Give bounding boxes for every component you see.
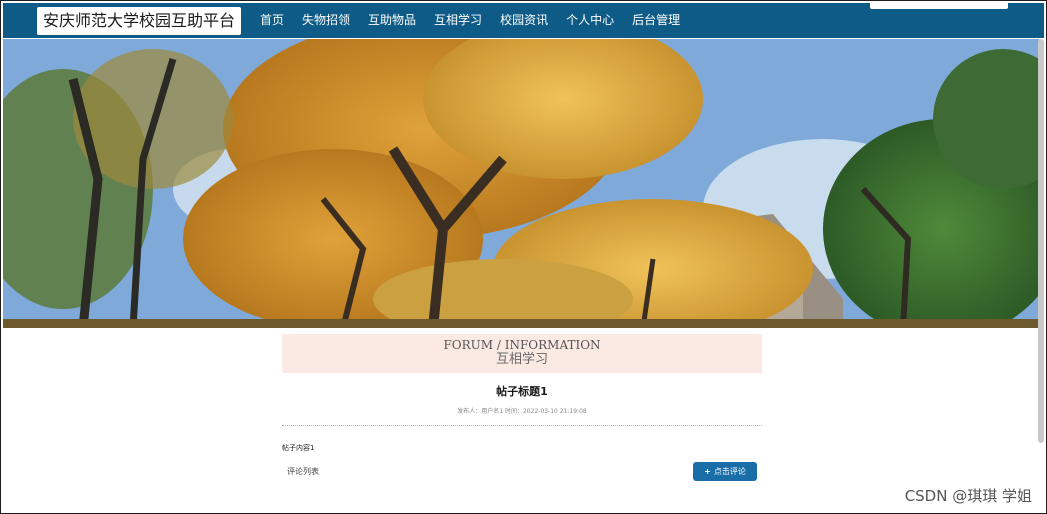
add-comment-button[interactable]: + 点击评论 [693,462,757,481]
browser-frame: 安庆师范大学校园互助平台 首页 失物招领 互助物品 互相学习 校园资讯 个人中心… [0,0,1047,514]
plus-icon: + [704,467,711,476]
nav-item-personal-center[interactable]: 个人中心 [557,3,623,38]
section-header: FORUM / INFORMATION 互相学习 [282,334,762,373]
post-meta: 发布人：用户名1 时间：2022-03-10 21:19:08 [457,408,587,415]
nav-item-mutual-learning[interactable]: 互相学习 [425,3,491,38]
search-input[interactable] [870,3,1008,9]
post-divider [282,425,762,426]
nav-item-campus-news[interactable]: 校园资讯 [491,3,557,38]
page-scrollbar[interactable] [1038,39,1044,443]
nav-item-mutual-items[interactable]: 互助物品 [359,3,425,38]
section-title-en: FORUM / INFORMATION [443,338,601,352]
add-comment-button-label: 点击评论 [713,467,746,476]
post-content: 帖子内容1 [282,444,315,452]
nav-item-admin[interactable]: 后台管理 [623,3,689,38]
post-title: 帖子标题1 [496,385,548,398]
nav-item-lost-found[interactable]: 失物招领 [293,3,359,38]
comment-list-label: 评论列表 [287,467,319,476]
site-brand[interactable]: 安庆师范大学校园互助平台 [37,7,242,35]
nav-item-home[interactable]: 首页 [251,3,293,38]
watermark: CSDN @琪琪 学姐 [904,487,1032,505]
main-nav: 首页 失物招领 互助物品 互相学习 校园资讯 个人中心 后台管理 [251,3,689,38]
hero-banner-image [3,39,1039,328]
section-title-cn: 互相学习 [495,352,548,367]
top-navbar: 安庆师范大学校园互助平台 首页 失物招领 互助物品 互相学习 校园资讯 个人中心… [3,3,1044,38]
hero-illustration [3,39,1039,328]
